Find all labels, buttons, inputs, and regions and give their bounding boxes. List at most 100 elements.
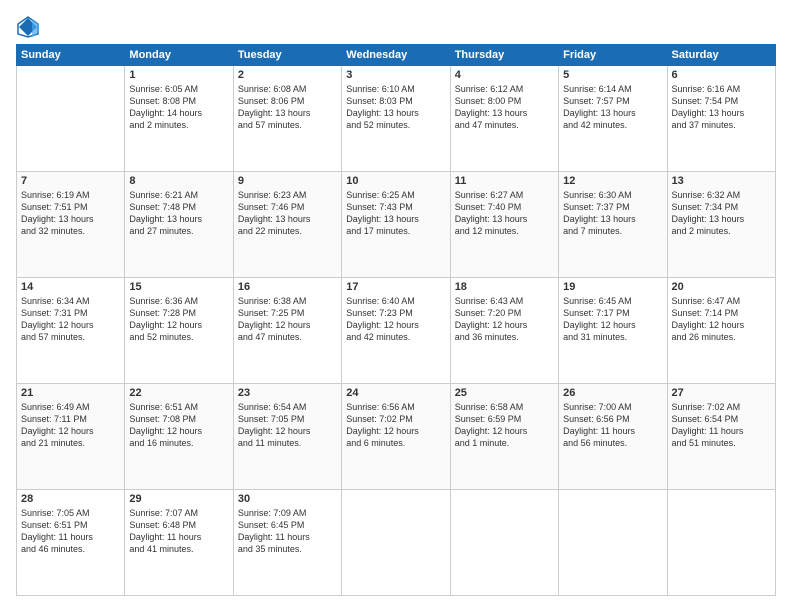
day-number: 4 bbox=[455, 69, 554, 81]
day-info: Sunrise: 6:43 AM Sunset: 7:20 PM Dayligh… bbox=[455, 295, 554, 344]
day-number: 25 bbox=[455, 387, 554, 399]
day-cell: 8 Sunrise: 6:21 AM Sunset: 7:48 PM Daylig… bbox=[125, 172, 233, 278]
day-number: 20 bbox=[672, 281, 771, 293]
day-info: Sunrise: 7:09 AM Sunset: 6:45 PM Dayligh… bbox=[238, 507, 337, 556]
day-info: Sunrise: 6:05 AM Sunset: 8:08 PM Dayligh… bbox=[129, 83, 228, 132]
week-row-5: 28 Sunrise: 7:05 AM Sunset: 6:51 PM Dayli… bbox=[17, 490, 776, 596]
day-cell: 7 Sunrise: 6:19 AM Sunset: 7:51 PM Daylig… bbox=[17, 172, 125, 278]
logo bbox=[16, 16, 40, 34]
day-number: 28 bbox=[21, 493, 120, 505]
calendar-header-row: Sunday Monday Tuesday Wednesday Thursday… bbox=[17, 45, 776, 66]
day-info: Sunrise: 6:36 AM Sunset: 7:28 PM Dayligh… bbox=[129, 295, 228, 344]
day-number: 11 bbox=[455, 175, 554, 187]
col-thursday: Thursday bbox=[450, 45, 558, 66]
day-info: Sunrise: 6:47 AM Sunset: 7:14 PM Dayligh… bbox=[672, 295, 771, 344]
day-number: 12 bbox=[563, 175, 662, 187]
day-number: 17 bbox=[346, 281, 445, 293]
day-number: 16 bbox=[238, 281, 337, 293]
day-number: 7 bbox=[21, 175, 120, 187]
day-info: Sunrise: 7:07 AM Sunset: 6:48 PM Dayligh… bbox=[129, 507, 228, 556]
day-info: Sunrise: 6:25 AM Sunset: 7:43 PM Dayligh… bbox=[346, 189, 445, 238]
day-number: 6 bbox=[672, 69, 771, 81]
day-number: 15 bbox=[129, 281, 228, 293]
week-row-2: 7 Sunrise: 6:19 AM Sunset: 7:51 PM Daylig… bbox=[17, 172, 776, 278]
day-cell: 18 Sunrise: 6:43 AM Sunset: 7:20 PM Dayli… bbox=[450, 278, 558, 384]
day-number: 22 bbox=[129, 387, 228, 399]
day-cell: 2Sunrise: 6:08 AM Sunset: 8:06 PM Daylig… bbox=[233, 66, 341, 172]
day-cell: 30Sunrise: 7:09 AM Sunset: 6:45 PM Dayli… bbox=[233, 490, 341, 596]
day-info: Sunrise: 6:56 AM Sunset: 7:02 PM Dayligh… bbox=[346, 401, 445, 450]
day-cell: 20 Sunrise: 6:47 AM Sunset: 7:14 PM Dayli… bbox=[667, 278, 775, 384]
day-cell: 24 Sunrise: 6:56 AM Sunset: 7:02 PM Dayli… bbox=[342, 384, 450, 490]
day-cell: 27Sunrise: 7:02 AM Sunset: 6:54 PM Dayli… bbox=[667, 384, 775, 490]
day-number: 2 bbox=[238, 69, 337, 81]
col-friday: Friday bbox=[559, 45, 667, 66]
logo-icon bbox=[17, 16, 39, 38]
day-number: 27 bbox=[672, 387, 771, 399]
day-cell: 11Sunrise: 6:27 AM Sunset: 7:40 PM Dayli… bbox=[450, 172, 558, 278]
day-info: Sunrise: 6:23 AM Sunset: 7:46 PM Dayligh… bbox=[238, 189, 337, 238]
day-number: 23 bbox=[238, 387, 337, 399]
day-info: Sunrise: 7:05 AM Sunset: 6:51 PM Dayligh… bbox=[21, 507, 120, 556]
col-wednesday: Wednesday bbox=[342, 45, 450, 66]
day-number: 3 bbox=[346, 69, 445, 81]
day-info: Sunrise: 6:32 AM Sunset: 7:34 PM Dayligh… bbox=[672, 189, 771, 238]
day-cell: 3Sunrise: 6:10 AM Sunset: 8:03 PM Daylig… bbox=[342, 66, 450, 172]
day-cell: 15 Sunrise: 6:36 AM Sunset: 7:28 PM Dayli… bbox=[125, 278, 233, 384]
day-number: 21 bbox=[21, 387, 120, 399]
day-info: Sunrise: 6:54 AM Sunset: 7:05 PM Dayligh… bbox=[238, 401, 337, 450]
day-cell bbox=[559, 490, 667, 596]
day-info: Sunrise: 6:12 AM Sunset: 8:00 PM Dayligh… bbox=[455, 83, 554, 132]
day-number: 9 bbox=[238, 175, 337, 187]
day-cell: 22 Sunrise: 6:51 AM Sunset: 7:08 PM Dayli… bbox=[125, 384, 233, 490]
day-cell: 6 Sunrise: 6:16 AM Sunset: 7:54 PM Daylig… bbox=[667, 66, 775, 172]
day-cell: 17 Sunrise: 6:40 AM Sunset: 7:23 PM Dayli… bbox=[342, 278, 450, 384]
day-number: 26 bbox=[563, 387, 662, 399]
day-cell bbox=[667, 490, 775, 596]
day-cell: 25 Sunrise: 6:58 AM Sunset: 6:59 PM Dayli… bbox=[450, 384, 558, 490]
header bbox=[16, 16, 776, 34]
day-info: Sunrise: 6:45 AM Sunset: 7:17 PM Dayligh… bbox=[563, 295, 662, 344]
day-number: 5 bbox=[563, 69, 662, 81]
day-cell bbox=[17, 66, 125, 172]
day-cell: 12 Sunrise: 6:30 AM Sunset: 7:37 PM Dayli… bbox=[559, 172, 667, 278]
day-cell bbox=[342, 490, 450, 596]
day-number: 24 bbox=[346, 387, 445, 399]
calendar: Sunday Monday Tuesday Wednesday Thursday… bbox=[16, 44, 776, 596]
day-number: 10 bbox=[346, 175, 445, 187]
day-cell: 21 Sunrise: 6:49 AM Sunset: 7:11 PM Dayli… bbox=[17, 384, 125, 490]
day-info: Sunrise: 6:30 AM Sunset: 7:37 PM Dayligh… bbox=[563, 189, 662, 238]
day-number: 18 bbox=[455, 281, 554, 293]
day-number: 8 bbox=[129, 175, 228, 187]
day-number: 19 bbox=[563, 281, 662, 293]
day-cell bbox=[450, 490, 558, 596]
day-cell: 13 Sunrise: 6:32 AM Sunset: 7:34 PM Dayli… bbox=[667, 172, 775, 278]
day-info: Sunrise: 6:19 AM Sunset: 7:51 PM Dayligh… bbox=[21, 189, 120, 238]
day-number: 13 bbox=[672, 175, 771, 187]
day-cell: 9 Sunrise: 6:23 AM Sunset: 7:46 PM Daylig… bbox=[233, 172, 341, 278]
day-number: 1 bbox=[129, 69, 228, 81]
day-info: Sunrise: 6:58 AM Sunset: 6:59 PM Dayligh… bbox=[455, 401, 554, 450]
day-info: Sunrise: 7:00 AM Sunset: 6:56 PM Dayligh… bbox=[563, 401, 662, 450]
day-info: Sunrise: 6:40 AM Sunset: 7:23 PM Dayligh… bbox=[346, 295, 445, 344]
day-cell: 19 Sunrise: 6:45 AM Sunset: 7:17 PM Dayli… bbox=[559, 278, 667, 384]
day-cell: 5 Sunrise: 6:14 AM Sunset: 7:57 PM Daylig… bbox=[559, 66, 667, 172]
day-cell: 23 Sunrise: 6:54 AM Sunset: 7:05 PM Dayli… bbox=[233, 384, 341, 490]
day-cell: 10 Sunrise: 6:25 AM Sunset: 7:43 PM Dayli… bbox=[342, 172, 450, 278]
day-info: Sunrise: 6:38 AM Sunset: 7:25 PM Dayligh… bbox=[238, 295, 337, 344]
day-cell: 16 Sunrise: 6:38 AM Sunset: 7:25 PM Dayli… bbox=[233, 278, 341, 384]
day-cell: 26 Sunrise: 7:00 AM Sunset: 6:56 PM Dayli… bbox=[559, 384, 667, 490]
day-info: Sunrise: 6:51 AM Sunset: 7:08 PM Dayligh… bbox=[129, 401, 228, 450]
day-cell: 1 Sunrise: 6:05 AM Sunset: 8:08 PM Daylig… bbox=[125, 66, 233, 172]
day-cell: 4 Sunrise: 6:12 AM Sunset: 8:00 PM Daylig… bbox=[450, 66, 558, 172]
week-row-3: 14Sunrise: 6:34 AM Sunset: 7:31 PM Dayli… bbox=[17, 278, 776, 384]
day-info: Sunrise: 6:34 AM Sunset: 7:31 PM Dayligh… bbox=[21, 295, 120, 344]
day-cell: 29 Sunrise: 7:07 AM Sunset: 6:48 PM Dayli… bbox=[125, 490, 233, 596]
day-info: Sunrise: 6:21 AM Sunset: 7:48 PM Dayligh… bbox=[129, 189, 228, 238]
day-info: Sunrise: 6:16 AM Sunset: 7:54 PM Dayligh… bbox=[672, 83, 771, 132]
day-info: Sunrise: 6:14 AM Sunset: 7:57 PM Dayligh… bbox=[563, 83, 662, 132]
day-number: 29 bbox=[129, 493, 228, 505]
col-saturday: Saturday bbox=[667, 45, 775, 66]
day-info: Sunrise: 6:49 AM Sunset: 7:11 PM Dayligh… bbox=[21, 401, 120, 450]
page: Sunday Monday Tuesday Wednesday Thursday… bbox=[0, 0, 792, 612]
